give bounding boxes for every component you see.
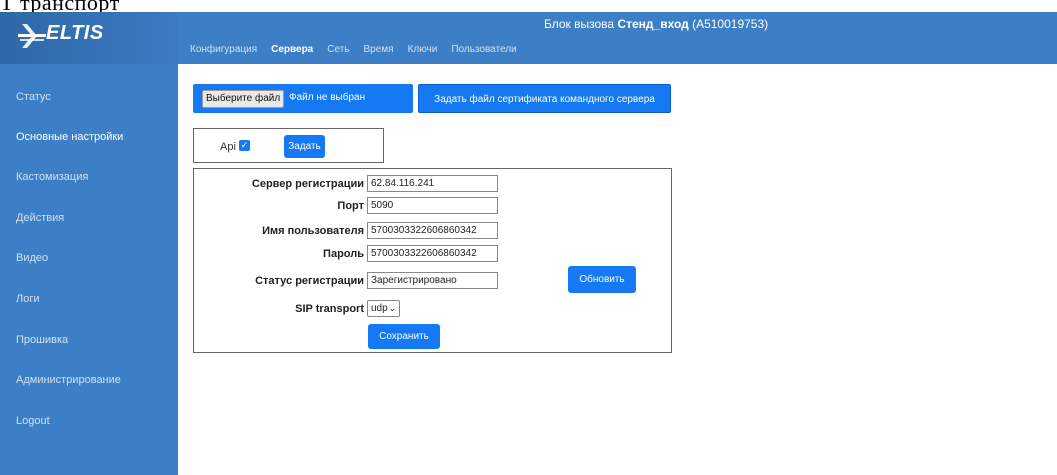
- device-prefix: Блок вызова: [544, 17, 618, 31]
- server-label: Сервер регистрации: [251, 178, 364, 190]
- username-label: Имя пользователя: [262, 225, 364, 237]
- sidebar-item-status[interactable]: Статус: [16, 91, 51, 103]
- logo-text: ELTIS: [46, 22, 104, 44]
- sidebar-item-actions[interactable]: Действия: [16, 212, 64, 224]
- save-button[interactable]: Сохранить: [368, 324, 440, 349]
- api-checkbox[interactable]: ✓: [239, 140, 250, 151]
- sip-transport-label: SIP transport: [295, 303, 364, 315]
- tab-time[interactable]: Время: [364, 44, 394, 55]
- sidebar-item-administration[interactable]: Администрирование: [16, 374, 121, 386]
- api-label: Api: [220, 141, 236, 153]
- tab-keys[interactable]: Ключи: [408, 44, 438, 55]
- port-input[interactable]: [367, 197, 498, 214]
- device-id: (A510019753): [688, 17, 769, 31]
- top-nav: Конфигурация Сервера Сеть Время Ключи По…: [190, 44, 531, 55]
- chevron-down-icon: ⌄: [388, 303, 396, 313]
- tab-network[interactable]: Сеть: [327, 44, 349, 55]
- sip-settings-box: Сервер регистрации Порт Имя пользователя…: [193, 168, 672, 353]
- server-input[interactable]: [367, 175, 498, 192]
- logo-icon: [18, 24, 46, 48]
- sip-transport-value: udp: [371, 303, 388, 314]
- password-label: Пароль: [323, 248, 364, 260]
- sidebar-item-logout[interactable]: Logout: [16, 415, 50, 427]
- sidebar-item-video[interactable]: Видео: [16, 252, 48, 264]
- registration-status-label: Статус регистрации: [255, 275, 364, 287]
- sidebar: Статус Основные настройки Кастомизация Д…: [0, 64, 178, 475]
- logo-area: ELTIS: [0, 12, 178, 64]
- sidebar-item-firmware[interactable]: Прошивка: [16, 334, 68, 346]
- password-input[interactable]: [367, 245, 498, 262]
- username-input[interactable]: [367, 222, 498, 239]
- sidebar-item-main-settings[interactable]: Основные настройки: [16, 131, 123, 143]
- device-name: Стенд_вход: [617, 17, 689, 31]
- file-status: Файл не выбран: [289, 92, 366, 103]
- sidebar-item-customization[interactable]: Кастомизация: [16, 171, 88, 183]
- file-upload-box: Выберите файл Файл не выбран: [193, 84, 413, 113]
- tab-servers[interactable]: Сервера: [271, 44, 313, 55]
- sidebar-item-logs[interactable]: Логи: [16, 293, 40, 305]
- tab-users[interactable]: Пользователи: [451, 44, 516, 55]
- registration-status-field: [367, 272, 498, 289]
- api-set-button[interactable]: Задать: [284, 135, 325, 158]
- tab-configuration[interactable]: Конфигурация: [190, 44, 257, 55]
- choose-file-button[interactable]: Выберите файл: [202, 90, 285, 108]
- refresh-button[interactable]: Обновить: [568, 266, 636, 293]
- port-label: Порт: [337, 200, 364, 212]
- sip-transport-select[interactable]: udp ⌄: [367, 300, 400, 317]
- device-title: Блок вызова Стенд_вход (A510019753): [544, 17, 768, 31]
- api-box: Api ✓ Задать: [193, 128, 384, 163]
- set-certificate-button[interactable]: Задать файл сертификата командного серве…: [418, 84, 671, 113]
